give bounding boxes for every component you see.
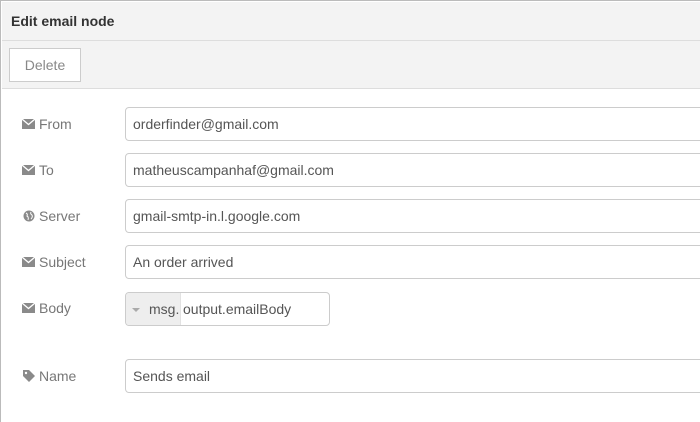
name-label-text: Name [39,368,77,384]
body-label: Body [21,291,71,325]
caret-down-icon [132,308,140,312]
tray-header: Edit email node [2,2,700,41]
to-field[interactable]: matheuscampanhaf@gmail.com [125,153,700,187]
to-label-text: To [39,162,54,178]
envelope-icon [21,301,36,315]
tag-icon [21,369,36,383]
from-label-text: From [39,116,72,132]
to-label: To [21,153,54,187]
body-field[interactable]: output.emailBody [183,293,291,325]
body-typed-input: msg. output.emailBody [125,292,330,326]
server-field[interactable]: gmail-smtp-in.l.google.com [125,199,700,233]
body-type-select[interactable]: msg. [126,293,181,325]
body-label-text: Body [39,300,71,316]
from-field[interactable]: orderfinder@gmail.com [125,107,700,141]
name-field[interactable]: Sends email [125,359,700,393]
from-label: From [21,107,72,141]
envelope-icon [21,163,36,177]
tray-toolbar: Delete [2,41,700,89]
server-label: Server [21,199,80,233]
envelope-icon [21,117,36,131]
envelope-icon [21,255,36,269]
delete-button[interactable]: Delete [9,48,81,82]
name-label: Name [21,359,76,393]
subject-label-text: Subject [39,254,86,270]
tray-title: Edit email node [11,13,115,29]
body-type-prefix: msg. [149,301,180,317]
subject-field[interactable]: An order arrived [125,245,700,279]
subject-label: Subject [21,245,86,279]
globe-icon [21,209,36,223]
server-label-text: Server [39,208,81,224]
